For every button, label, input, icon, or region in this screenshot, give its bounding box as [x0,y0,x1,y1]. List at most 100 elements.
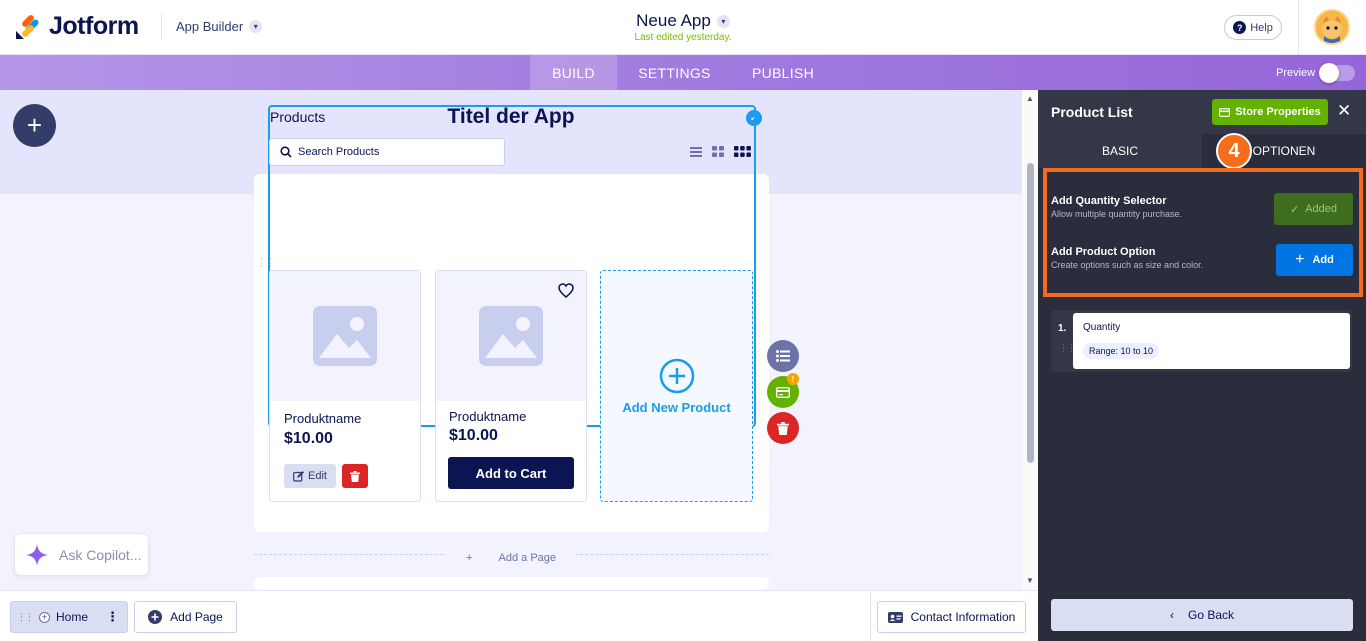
quantity-selector-added-button[interactable]: ✓ Added [1274,193,1353,225]
list-view-icon[interactable] [690,146,702,157]
drag-handle-icon[interactable]: ⋮⋮ [17,612,34,623]
plus-icon: + [39,611,50,623]
preview-toggle-group: Preview [1276,55,1356,90]
preview-toggle[interactable] [1319,62,1356,83]
properties-button[interactable] [767,340,799,372]
panel-header: Product List Store Properties ✕ [1038,90,1366,134]
product-image [270,271,420,401]
add-new-product-label: Add New Product [622,399,731,415]
help-button[interactable]: ? Help [1224,15,1282,40]
app-name-dropdown[interactable]: Neue App ▾ [636,11,730,31]
header-divider [1298,0,1299,55]
list-icon [776,350,790,362]
more-vertical-icon[interactable]: ⋮ [106,609,119,625]
option-range-badge: Range: 10 to 10 [1083,343,1160,359]
warning-badge-icon: ! [787,373,799,385]
plus-circle-icon [659,358,694,393]
builder-nav: BUILD SETTINGS PUBLISH Preview [0,55,1366,90]
pages-bar: ⋮⋮ + Home ⋮ Add Page Contact Information [0,590,1038,641]
add-page-button[interactable]: Add Page [134,601,237,633]
quantity-option-card[interactable]: Quantity Range: 10 to 10 [1073,313,1350,369]
delete-product-button[interactable] [342,464,368,488]
option-item-title: Quantity [1083,322,1121,333]
avatar[interactable] [1314,9,1350,45]
store-properties-button[interactable]: Store Properties [1212,99,1328,125]
option-index: 1. [1058,323,1067,334]
trash-icon [777,421,789,435]
trash-icon [350,470,360,482]
add-new-product-button[interactable]: Add New Product [600,270,753,502]
tab-publish[interactable]: PUBLISH [732,55,834,90]
product-price: $10.00 [284,430,333,447]
large-grid-view-icon[interactable] [734,146,751,157]
help-label: Help [1250,21,1273,34]
plus-icon: + [1295,251,1305,268]
tab-basic[interactable]: BASIC [1038,134,1202,168]
added-label: Added [1305,203,1338,215]
product-card[interactable]: Produktname $10.00 Add to Cart [435,270,587,502]
close-icon[interactable]: ✕ [1337,101,1351,121]
go-back-label: Go Back [1187,608,1235,622]
option-subtitle: Create options such as size and color. [1051,260,1204,270]
heart-icon[interactable] [558,283,574,298]
scroll-down-icon[interactable]: ▼ [1026,576,1034,585]
app-name: Neue App [636,11,711,30]
option-title: Add Product Option [1051,246,1156,258]
bottom-divider [870,591,871,641]
option-subtitle: Allow multiple quantity purchase. [1051,209,1183,219]
drag-handle-icon[interactable]: ⋮⋮ [256,258,276,269]
sparkle-icon [26,543,48,566]
store-properties-label: Store Properties [1235,106,1321,118]
add-label: Add [1312,254,1334,266]
card-icon [1219,107,1231,117]
scroll-thumb[interactable] [1027,163,1034,463]
avatar-cat-icon [1316,11,1348,43]
last-edited-text: Last edited yesterday. [634,32,732,43]
image-placeholder-icon [479,306,543,366]
panel-title: Product List [1051,104,1133,120]
scroll-up-icon[interactable]: ▲ [1026,94,1034,103]
view-switcher [690,146,751,157]
product-card[interactable]: Produktname $10.00 Edit [269,270,421,502]
page-tab-home[interactable]: ⋮⋮ + Home ⋮ [10,601,128,633]
ask-copilot-button[interactable]: Ask Copilot... [14,533,149,576]
home-label: Home [56,610,89,624]
add-product-option-button[interactable]: + Add [1276,244,1353,276]
add-page-label: Add Page [170,610,223,624]
store-settings-button[interactable]: ! [767,373,799,408]
step-number-badge: 4 [1216,133,1252,169]
canvas-scrollbar[interactable]: ▲ ▼ [1022,90,1038,590]
preview-label: Preview [1276,66,1316,79]
question-icon: ? [1233,21,1247,34]
check-icon: ✓ [1289,203,1300,216]
highlight-box [1043,168,1363,297]
add-a-page-label: Add a Page [488,552,567,564]
contact-label: Contact Information [910,610,1016,624]
delete-widget-button[interactable] [767,412,799,444]
plus-icon: + [455,552,489,564]
products-heading: Products [270,109,326,125]
edit-icon [293,470,305,482]
chevron-down-icon: ▾ [716,14,730,28]
app-title-block: Neue App ▾ Last edited yesterday. [0,11,1366,43]
tab-settings[interactable]: SETTINGS [617,55,732,90]
chevron-left-icon: ‹ [1169,608,1174,622]
search-products-input[interactable]: Search Products [269,138,505,166]
go-back-button[interactable]: ‹ Go Back [1051,599,1353,631]
edit-label: Edit [308,470,327,482]
search-placeholder: Search Products [298,146,380,158]
option-title: Add Quantity Selector [1051,195,1167,207]
search-icon [280,146,292,158]
contact-information-button[interactable]: Contact Information [877,601,1026,633]
tab-build[interactable]: BUILD [530,55,617,90]
image-placeholder-icon [313,306,377,366]
edit-product-button[interactable]: Edit [284,464,336,488]
next-page-card [254,577,769,590]
copilot-label: Ask Copilot... [59,546,142,563]
grid-view-icon[interactable] [712,146,724,157]
product-price: $10.00 [449,427,498,444]
product-name: Produktname [449,409,527,424]
add-to-cart-button[interactable]: Add to Cart [448,457,574,489]
add-a-page-link[interactable]: + Add a Page [0,548,1022,566]
card-icon [776,386,790,398]
